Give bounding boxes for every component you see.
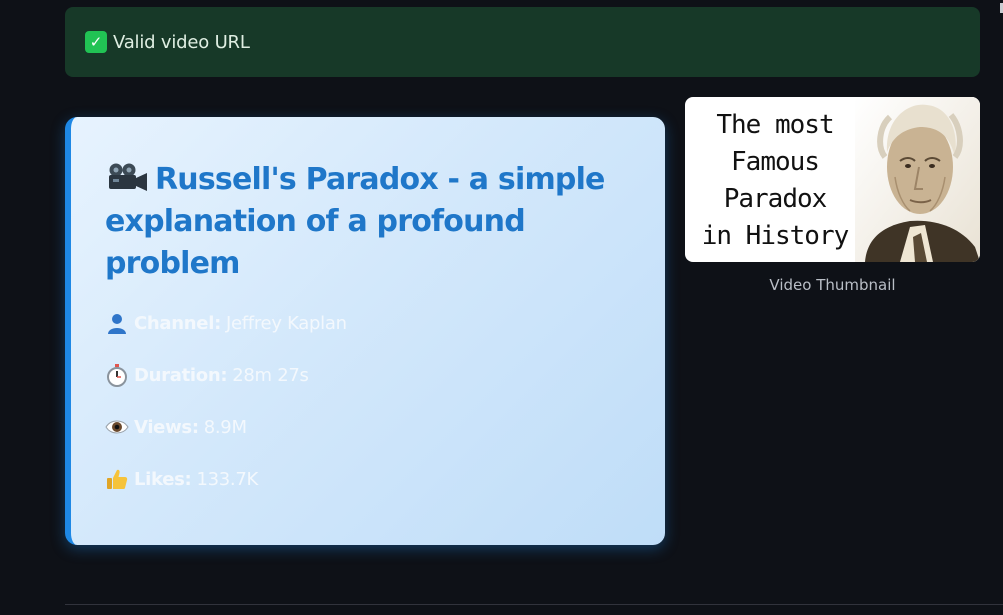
video-title-heading: Russell's Paradox - a simple explanation… <box>105 159 605 285</box>
stopwatch-icon <box>107 364 127 387</box>
channel-value: Jeffrey Kaplan <box>225 312 347 334</box>
thumbnail-caption: Video Thumbnail <box>769 276 896 294</box>
views-label: Views: <box>134 416 199 438</box>
views-row: Views: 8.9M <box>105 414 247 440</box>
channel-label: Channel: <box>134 312 221 334</box>
views-value: 8.9M <box>203 416 247 438</box>
thumbnail-overlay-text: The most Famous Paradox in History <box>701 110 850 251</box>
person-icon <box>108 314 126 334</box>
check-mark-icon: ✓ <box>85 31 107 53</box>
alert-message: Valid video URL <box>113 31 250 53</box>
likes-value: 133.7K <box>196 468 258 490</box>
likes-row: Likes: 133.7K <box>105 466 258 492</box>
video-thumbnail[interactable]: The most Famous Paradox in History <box>685 97 980 262</box>
success-alert: ✓ Valid video URL <box>65 7 980 77</box>
eye-icon <box>105 420 129 434</box>
likes-label: Likes: <box>134 468 192 490</box>
portrait-image <box>855 97 980 262</box>
thumbs-up-icon <box>107 469 128 489</box>
channel-row: Channel: Jeffrey Kaplan <box>105 310 347 336</box>
section-divider <box>65 604 1003 605</box>
duration-row: Duration: 28m 27s <box>105 362 309 388</box>
duration-value: 28m 27s <box>232 364 309 386</box>
movie-camera-icon <box>109 163 147 191</box>
video-info-card: Russell's Paradox - a simple explanation… <box>65 117 665 545</box>
video-title: Russell's Paradox - a simple explanation… <box>105 162 605 281</box>
duration-label: Duration: <box>134 364 228 386</box>
